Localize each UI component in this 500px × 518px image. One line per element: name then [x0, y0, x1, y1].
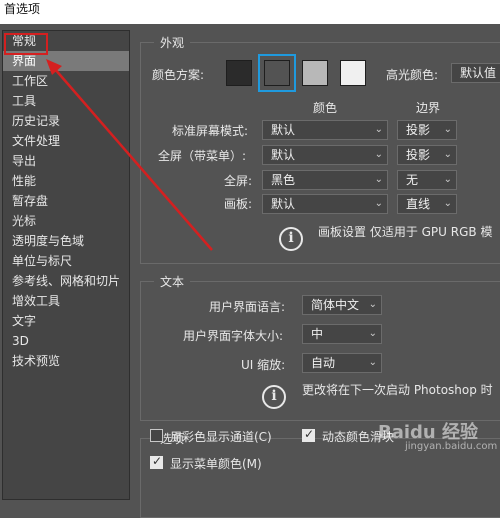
color-scheme-swatch-medium[interactable] [302, 60, 328, 86]
sidebar-item-history[interactable]: 历史记录 [3, 111, 129, 131]
artboard-border-select[interactable]: 直线 ⌄ [397, 194, 457, 214]
chevron-down-icon: ⌄ [368, 357, 377, 368]
sidebar-item-3d[interactable]: 3D [3, 331, 129, 351]
ui-scale-label: UI 缩放: [241, 358, 286, 372]
standard-screen-color-select[interactable]: 默认 ⌄ [262, 120, 388, 140]
show-menu-colors-checkbox[interactable] [150, 454, 163, 469]
color-scheme-swatch-darkest[interactable] [226, 60, 252, 86]
chevron-down-icon: ⌄ [443, 149, 452, 160]
ui-language-select[interactable]: 简体中文 ⌄ [302, 295, 382, 315]
ui-scale-select[interactable]: 自动 ⌄ [302, 353, 382, 373]
sidebar-item-cursors[interactable]: 光标 [3, 211, 129, 231]
baidu-watermark-url: jingyan.baidu.com [405, 441, 498, 452]
sidebar-item-scratch-disks[interactable]: 暂存盘 [3, 191, 129, 211]
highlight-color-select[interactable]: 默认值 [451, 63, 500, 83]
artboard-info-text: 画板设置 仅适用于 GPU RGB 模 [318, 225, 493, 239]
highlight-color-label: 高光颜色: [386, 68, 439, 82]
column-header-border: 边界 [416, 101, 441, 115]
chevron-down-icon: ⌄ [443, 198, 452, 209]
ui-font-size-value: 中 [311, 327, 324, 341]
appearance-legend: 外观 [154, 34, 191, 51]
show-menu-colors-label: 显示菜单颜色(M) [170, 457, 262, 471]
standard-screen-border-value: 投影 [406, 123, 431, 137]
annotation-highlight-box [4, 33, 48, 55]
chevron-down-icon: ⌄ [374, 198, 383, 209]
info-icon: i [279, 227, 303, 251]
chevron-down-icon: ⌄ [443, 174, 452, 185]
sidebar-item-type[interactable]: 文字 [3, 311, 129, 331]
full-screen-border-select[interactable]: 无 ⌄ [397, 170, 457, 190]
sidebar-item-performance[interactable]: 性能 [3, 171, 129, 191]
sidebar-item-file-handling[interactable]: 文件处理 [3, 131, 129, 151]
chevron-down-icon: ⌄ [368, 299, 377, 310]
sidebar-item-transparency[interactable]: 透明度与色域 [3, 231, 129, 251]
artboard-border-value: 直线 [406, 197, 431, 211]
artboard-label: 画板: [224, 197, 253, 211]
chevron-down-icon: ⌄ [374, 174, 383, 185]
full-screen-color-select[interactable]: 黑色 ⌄ [262, 170, 388, 190]
ui-language-value: 简体中文 [311, 298, 360, 312]
color-channels-checkbox[interactable] [150, 429, 163, 442]
sidebar-item-guides-grid[interactable]: 参考线、网格和切片 [3, 271, 129, 291]
chevron-down-icon: ⌄ [374, 149, 383, 160]
ui-language-label: 用户界面语言: [209, 300, 286, 314]
column-header-color: 颜色 [313, 101, 338, 115]
highlight-color-value: 默认值 [460, 66, 497, 80]
sidebar-item-plugins[interactable]: 增效工具 [3, 291, 129, 311]
sidebar-item-tools[interactable]: 工具 [3, 91, 129, 111]
full-screen-menu-color-select[interactable]: 默认 ⌄ [262, 145, 388, 165]
artboard-color-value: 默认 [271, 197, 296, 211]
full-screen-color-value: 黑色 [271, 173, 296, 187]
chevron-down-icon: ⌄ [374, 124, 383, 135]
info-icon: i [262, 385, 286, 409]
sidebar-item-units-rulers[interactable]: 单位与标尺 [3, 251, 129, 271]
full-screen-menu-label: 全屏（带菜单）: [158, 149, 247, 163]
chevron-down-icon: ⌄ [443, 124, 452, 135]
color-scheme-swatch-light[interactable] [340, 60, 366, 86]
full-screen-menu-border-select[interactable]: 投影 ⌄ [397, 145, 457, 165]
sidebar: 常规 界面 工作区 工具 历史记录 文件处理 导出 性能 暂存盘 光标 透明度与… [2, 30, 130, 500]
ui-font-size-select[interactable]: 中 ⌄ [302, 324, 382, 344]
color-channels-label: 用彩色显示通道(C) [170, 430, 272, 444]
color-scheme-swatch-dark[interactable] [264, 60, 290, 86]
full-screen-menu-border-value: 投影 [406, 148, 431, 162]
dynamic-color-sliders-checkbox[interactable] [302, 427, 315, 442]
chevron-down-icon: ⌄ [368, 328, 377, 339]
ui-scale-value: 自动 [311, 356, 336, 370]
standard-screen-color-value: 默认 [271, 123, 296, 137]
restart-info-text: 更改将在下一次启动 Photoshop 时 [302, 383, 493, 397]
ui-font-size-label: 用户界面字体大小: [183, 329, 284, 343]
text-legend: 文本 [154, 273, 191, 290]
sidebar-item-export[interactable]: 导出 [3, 151, 129, 171]
standard-screen-mode-label: 标准屏幕模式: [172, 124, 249, 138]
color-scheme-label: 颜色方案: [152, 68, 205, 82]
full-screen-border-value: 无 [406, 173, 419, 187]
sidebar-item-workspace[interactable]: 工作区 [3, 71, 129, 91]
full-screen-menu-color-value: 默认 [271, 148, 296, 162]
full-screen-label: 全屏: [224, 174, 253, 188]
standard-screen-border-select[interactable]: 投影 ⌄ [397, 120, 457, 140]
sidebar-item-tech-preview[interactable]: 技术预览 [3, 351, 129, 371]
artboard-color-select[interactable]: 默认 ⌄ [262, 194, 388, 214]
window-title: 首选项 [0, 0, 500, 24]
